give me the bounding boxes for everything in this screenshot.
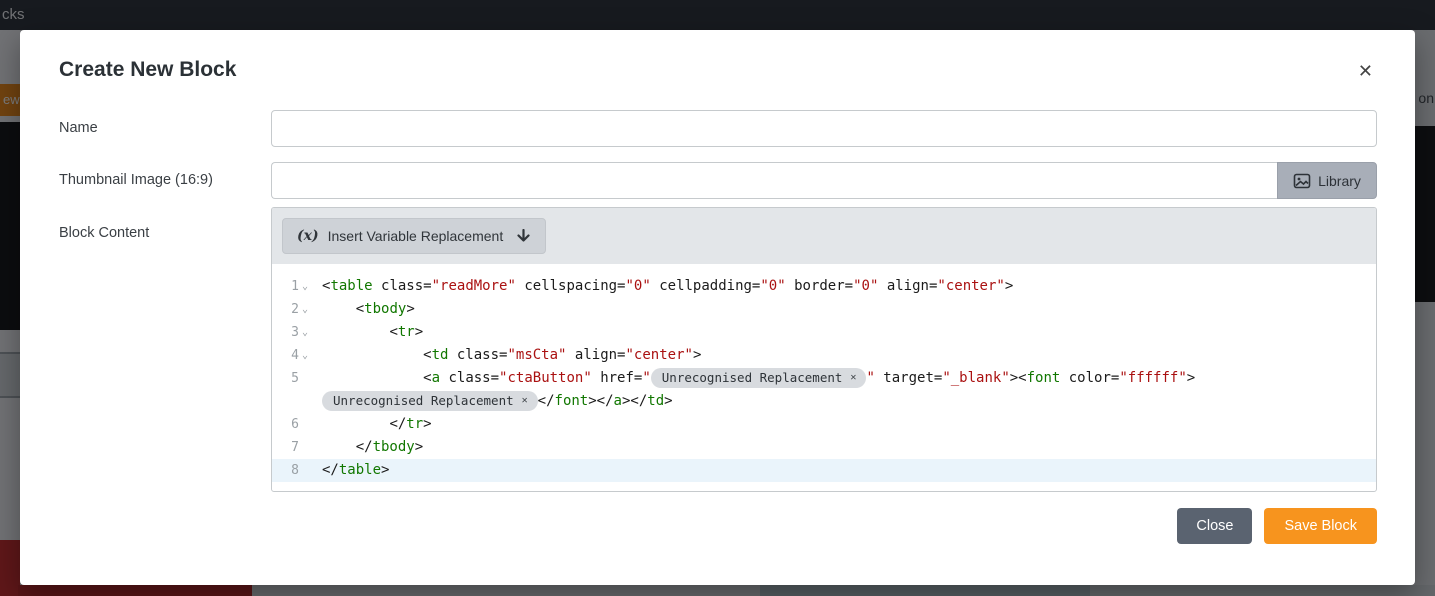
line-number-gutter: 1⌄ — [272, 275, 312, 298]
fold-chevron-icon[interactable]: ⌄ — [300, 298, 310, 321]
code-line-content[interactable]: </tbody> — [312, 436, 1376, 459]
code-line-content[interactable]: <td class="msCta" align="center"> — [312, 344, 1376, 367]
name-input[interactable] — [271, 110, 1377, 147]
library-button-label: Library — [1318, 173, 1361, 189]
fold-chevron-icon[interactable]: ⌄ — [300, 275, 310, 298]
line-number: 5 — [291, 367, 299, 390]
pill-remove-icon[interactable]: ✕ — [850, 369, 856, 386]
line-number: 2 — [291, 298, 299, 321]
modal-title: Create New Block — [59, 58, 236, 82]
code-line-content[interactable]: </table> — [312, 459, 1376, 482]
fold-chevron-icon[interactable]: ⌄ — [300, 321, 310, 344]
code-line-content[interactable]: <tbody> — [312, 298, 1376, 321]
fold-chevron-icon[interactable]: ⌄ — [300, 344, 310, 367]
modal-footer: Close Save Block — [59, 508, 1377, 544]
code-line: 2⌄ <tbody> — [272, 298, 1376, 321]
line-number: 8 — [291, 459, 299, 482]
thumbnail-label: Thumbnail Image (16:9) — [59, 162, 271, 199]
code-line: 5 <a class="ctaButton" href="Unrecognise… — [272, 367, 1376, 413]
create-block-modal: Create New Block ✕ Name Thumbnail Image … — [20, 30, 1415, 585]
line-number-gutter: 5 — [272, 367, 312, 413]
block-content-label: Block Content — [59, 207, 271, 492]
image-icon — [1293, 172, 1311, 190]
insert-variable-label: Insert Variable Replacement — [328, 228, 504, 244]
code-line-content[interactable]: <a class="ctaButton" href="Unrecognised … — [312, 367, 1376, 413]
unrecognised-replacement-pill[interactable]: Unrecognised Replacement ✕ — [651, 368, 867, 388]
code-editor: (x) Insert Variable Replacement 1⌄<table… — [271, 207, 1377, 492]
chevron-down-icon — [516, 229, 531, 243]
close-button[interactable]: Close — [1177, 508, 1252, 544]
unrecognised-replacement-pill[interactable]: Unrecognised Replacement ✕ — [322, 391, 538, 411]
insert-variable-replacement-button[interactable]: (x) Insert Variable Replacement — [282, 218, 546, 254]
line-number: 1 — [291, 275, 299, 298]
modal-header: Create New Block ✕ — [59, 58, 1377, 84]
code-line: 1⌄<table class="readMore" cellspacing="0… — [272, 275, 1376, 298]
line-number-gutter: 8 — [272, 459, 312, 482]
line-number-gutter: 6 — [272, 413, 312, 436]
line-number-gutter: 7 — [272, 436, 312, 459]
line-number: 6 — [291, 413, 299, 436]
thumbnail-row: Thumbnail Image (16:9) Library — [59, 162, 1377, 199]
name-label: Name — [59, 110, 271, 147]
code-line-content[interactable]: <table class="readMore" cellspacing="0" … — [312, 275, 1376, 298]
code-line-content[interactable]: <tr> — [312, 321, 1376, 344]
block-content-row: Block Content (x) Insert Variable Replac… — [59, 207, 1377, 492]
library-button[interactable]: Library — [1277, 162, 1377, 199]
variable-icon: (x) — [297, 228, 319, 244]
code-line: 3⌄ <tr> — [272, 321, 1376, 344]
pill-label: Unrecognised Replacement — [662, 369, 843, 386]
close-icon[interactable]: ✕ — [1354, 58, 1377, 84]
thumbnail-input[interactable] — [271, 162, 1277, 199]
line-number-gutter: 3⌄ — [272, 321, 312, 344]
code-line-content[interactable]: </tr> — [312, 413, 1376, 436]
pill-label: Unrecognised Replacement — [333, 392, 514, 409]
pill-remove-icon[interactable]: ✕ — [522, 392, 528, 409]
line-number: 4 — [291, 344, 299, 367]
name-row: Name — [59, 110, 1377, 147]
code-line: 4⌄ <td class="msCta" align="center"> — [272, 344, 1376, 367]
code-line: 8 </table> — [272, 459, 1376, 482]
line-number: 3 — [291, 321, 299, 344]
code-area[interactable]: 1⌄<table class="readMore" cellspacing="0… — [272, 264, 1376, 491]
line-number-gutter: 2⌄ — [272, 298, 312, 321]
save-block-button[interactable]: Save Block — [1264, 508, 1377, 544]
line-number-gutter: 4⌄ — [272, 344, 312, 367]
code-line: 6 </tr> — [272, 413, 1376, 436]
editor-toolbar: (x) Insert Variable Replacement — [272, 208, 1376, 264]
line-number: 7 — [291, 436, 299, 459]
code-line: 7 </tbody> — [272, 436, 1376, 459]
